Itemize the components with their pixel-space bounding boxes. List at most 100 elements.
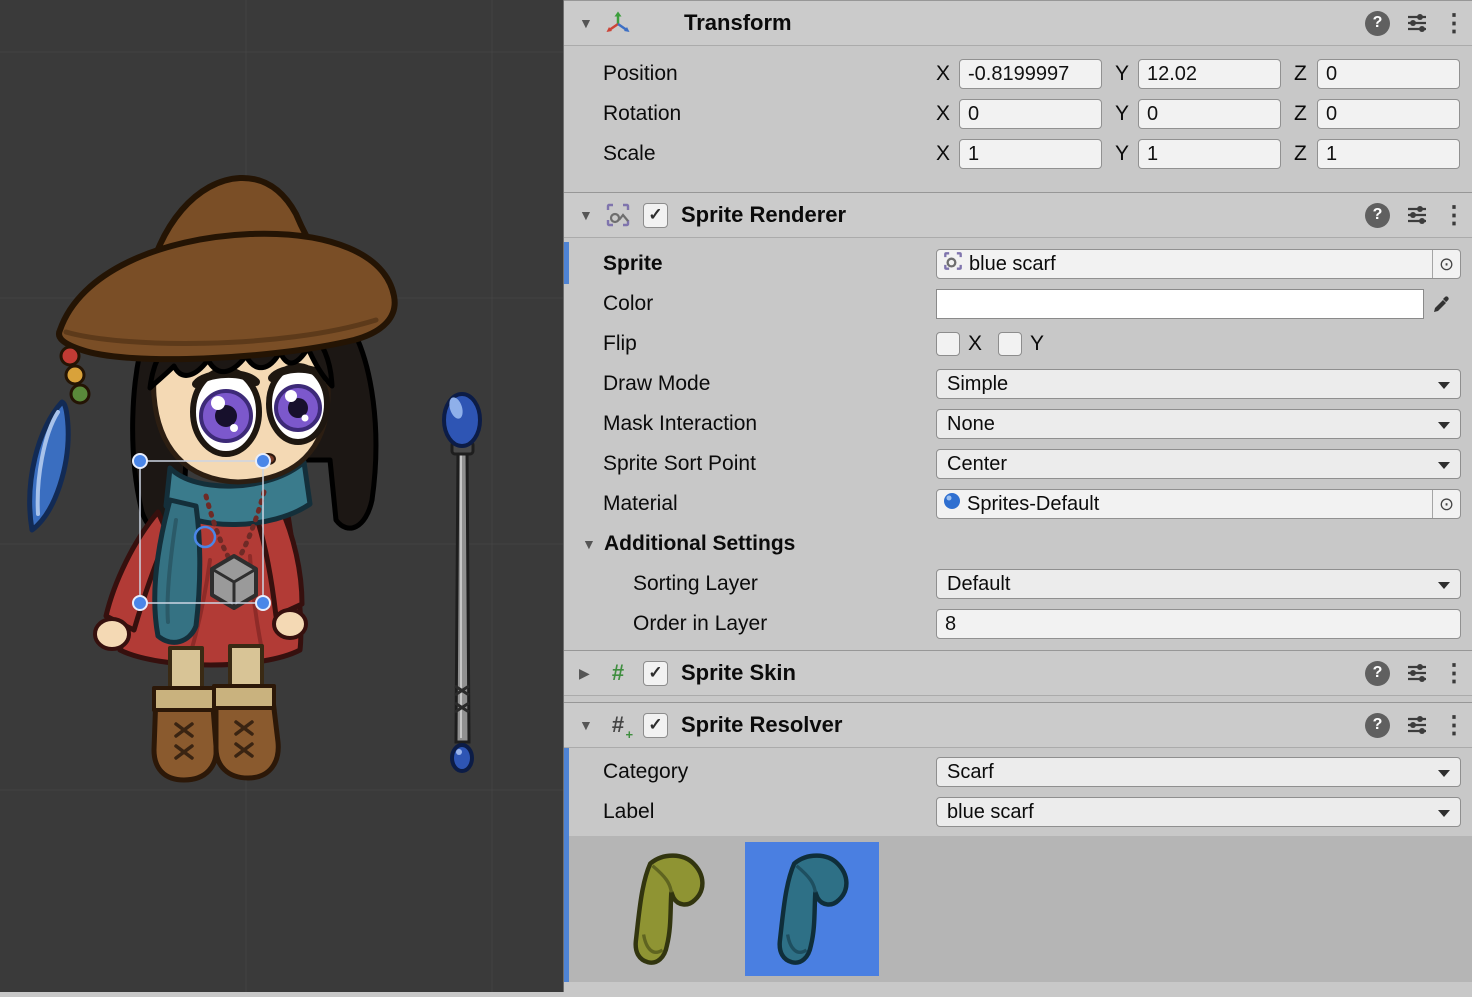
position-row: Position X Y Z [564, 54, 1472, 94]
foldout-expanded-icon[interactable]: ▼ [579, 717, 599, 733]
additional-settings-row[interactable]: ▼ Additional Settings [564, 524, 1472, 564]
presets-icon[interactable] [1404, 712, 1430, 738]
transform-header: ▼ Transform ? ⋮ [564, 0, 1472, 46]
flip-label: Flip [603, 332, 936, 356]
selection-handle-top-left[interactable] [133, 454, 147, 468]
sprite-skin-header: ▶ # ✓ Sprite Skin ? ⋮ [564, 650, 1472, 696]
help-icon[interactable]: ? [1365, 11, 1390, 36]
sprite-object-field[interactable]: blue scarf ⊙ [936, 249, 1461, 279]
sorting-layer-dropdown[interactable]: Default [936, 569, 1461, 599]
sorting-layer-row: Sorting Layer Default [564, 564, 1472, 604]
mask-interaction-dropdown[interactable]: None [936, 409, 1461, 439]
help-icon[interactable]: ? [1365, 661, 1390, 686]
object-picker-icon[interactable]: ⊙ [1432, 250, 1460, 278]
component-enabled-checkbox[interactable]: ✓ [643, 713, 668, 738]
foldout-expanded-icon[interactable]: ▼ [582, 536, 598, 552]
component-enabled-checkbox[interactable]: ✓ [643, 661, 668, 686]
presets-icon[interactable] [1404, 202, 1430, 228]
material-object-value: Sprites-Default [967, 493, 1099, 516]
category-row: Category Scarf [564, 752, 1472, 792]
flip-row: Flip X Y [564, 324, 1472, 364]
presets-icon[interactable] [1404, 10, 1430, 36]
draw-mode-dropdown[interactable]: Simple [936, 369, 1461, 399]
category-dropdown[interactable]: Scarf [936, 757, 1461, 787]
sorting-layer-value: Default [947, 573, 1010, 596]
scale-label: Scale [603, 142, 936, 166]
color-swatch[interactable] [936, 289, 1424, 319]
order-in-layer-input[interactable] [936, 609, 1461, 639]
more-menu-icon[interactable]: ⋮ [1442, 9, 1458, 38]
axis-x-label: X [936, 62, 959, 86]
presets-icon[interactable] [1404, 660, 1430, 686]
help-icon[interactable]: ? [1365, 713, 1390, 738]
position-vector: X Y Z [936, 59, 1461, 89]
scale-y-input[interactable] [1138, 139, 1281, 169]
mask-interaction-row: Mask Interaction None [564, 404, 1472, 444]
sprite-thumbnail-strip [564, 836, 1472, 982]
sprite-sort-point-label: Sprite Sort Point [603, 452, 936, 476]
foldout-expanded-icon[interactable]: ▼ [579, 207, 599, 223]
chevron-down-icon [1438, 582, 1450, 589]
sprite-row-override-bar [564, 242, 569, 284]
sprite-label: Sprite [603, 252, 936, 276]
sprite-sort-point-dropdown[interactable]: Center [936, 449, 1461, 479]
eyedropper-icon[interactable] [1424, 289, 1460, 319]
flip-y-label: Y [1030, 332, 1044, 356]
chevron-down-icon [1438, 462, 1450, 469]
flip-x-checkbox[interactable] [936, 332, 960, 356]
category-value: Scarf [947, 761, 994, 784]
position-x-input[interactable] [959, 59, 1102, 89]
inspector-panel: ▼ Transform ? ⋮ Position X [563, 0, 1472, 992]
axis-z-label: Z [1294, 142, 1317, 166]
resolver-override-bar [564, 748, 569, 982]
transform-title: Transform [684, 10, 792, 36]
sprite-renderer-body: Sprite blue scarf ⊙ Color [564, 238, 1472, 650]
axis-z-label: Z [1294, 62, 1317, 86]
material-object-field[interactable]: Sprites-Default ⊙ [936, 489, 1461, 519]
draw-mode-row: Draw Mode Simple [564, 364, 1472, 404]
rotation-x-input[interactable] [959, 99, 1102, 129]
sprite-sort-point-value: Center [947, 453, 1007, 476]
scene-canvas [0, 0, 563, 992]
axis-z-label: Z [1294, 102, 1317, 126]
chevron-down-icon [1438, 810, 1450, 817]
character-sprite[interactable] [30, 178, 395, 780]
foldout-expanded-icon[interactable]: ▼ [579, 15, 599, 31]
foldout-collapsed-icon[interactable]: ▶ [579, 665, 599, 682]
thumbnail-blue-scarf[interactable] [745, 842, 879, 976]
thumbnail-green-scarf[interactable] [601, 842, 735, 976]
rotation-vector: X Y Z [936, 99, 1461, 129]
label-dropdown[interactable]: blue scarf [936, 797, 1461, 827]
scale-row: Scale X Y Z [564, 134, 1472, 174]
color-label: Color [603, 292, 936, 316]
material-row: Material Sprites-Default ⊙ [564, 484, 1472, 524]
draw-mode-value: Simple [947, 373, 1008, 396]
component-enabled-checkbox[interactable]: ✓ [643, 203, 668, 228]
sprite-renderer-header: ▼ ✓ Sprite Renderer ? ⋮ [564, 192, 1472, 238]
selection-handle-top-right[interactable] [256, 454, 270, 468]
category-label: Category [603, 760, 936, 784]
help-icon[interactable]: ? [1365, 203, 1390, 228]
selection-handle-bottom-right[interactable] [256, 596, 270, 610]
sprite-renderer-title: Sprite Renderer [681, 202, 846, 228]
scale-x-input[interactable] [959, 139, 1102, 169]
position-y-input[interactable] [1138, 59, 1281, 89]
color-row: Color [564, 284, 1472, 324]
draw-mode-label: Draw Mode [603, 372, 936, 396]
axis-y-label: Y [1115, 62, 1138, 86]
chevron-down-icon [1438, 382, 1450, 389]
rotation-y-input[interactable] [1138, 99, 1281, 129]
label-row: Label blue scarf [564, 792, 1472, 832]
transform-body: Position X Y Z Rotation X Y Z Scale [564, 46, 1472, 192]
object-picker-icon[interactable]: ⊙ [1432, 490, 1460, 518]
scale-z-input[interactable] [1317, 139, 1460, 169]
staff-sprite[interactable] [444, 394, 480, 771]
position-z-input[interactable] [1317, 59, 1460, 89]
sprite-renderer-icon [605, 202, 631, 228]
more-menu-icon[interactable]: ⋮ [1442, 201, 1458, 230]
more-menu-icon[interactable]: ⋮ [1442, 711, 1458, 740]
selection-handle-bottom-left[interactable] [133, 596, 147, 610]
flip-y-checkbox[interactable] [998, 332, 1022, 356]
more-menu-icon[interactable]: ⋮ [1442, 659, 1458, 688]
rotation-z-input[interactable] [1317, 99, 1460, 129]
